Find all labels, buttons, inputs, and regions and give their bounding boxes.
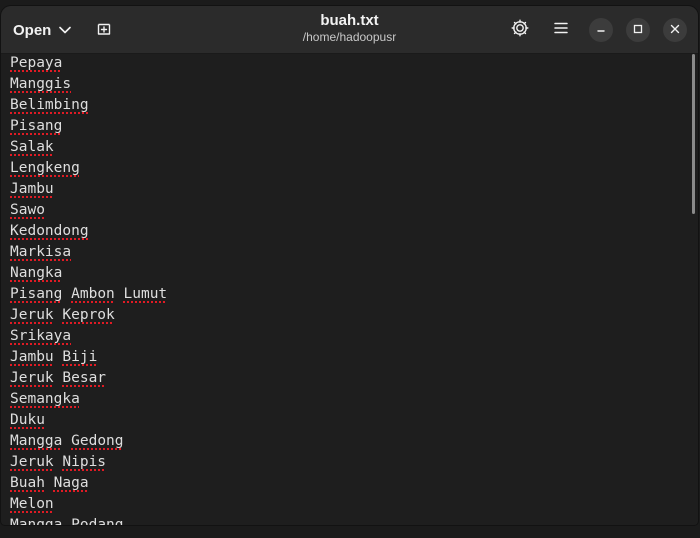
text-line[interactable]: Lengkeng xyxy=(10,158,167,179)
line-text: Salak xyxy=(10,139,54,155)
close-button[interactable] xyxy=(663,18,687,42)
window-title: buah.txt xyxy=(320,12,379,29)
text-line[interactable]: Nangka xyxy=(10,263,167,284)
text-line[interactable]: Mangga Gedong xyxy=(10,431,167,452)
header-bar: Open buah.txt /home/hadoopusr xyxy=(1,6,698,54)
maximize-button[interactable] xyxy=(626,18,650,42)
text-line[interactable]: Sawo xyxy=(10,200,167,221)
line-text: Srikaya xyxy=(10,328,72,344)
settings-button[interactable] xyxy=(505,15,535,45)
text-line[interactable]: Semangka xyxy=(10,389,167,410)
text-line[interactable]: Jeruk Keprok xyxy=(10,305,167,326)
line-text: Buah Naga xyxy=(10,475,89,491)
minimize-button[interactable] xyxy=(589,18,613,42)
line-text: Melon xyxy=(10,496,54,512)
text-line[interactable]: Srikaya xyxy=(10,326,167,347)
line-text: Duku xyxy=(10,412,45,428)
editor-window: Open buah.txt /home/hadoopusr Pepaya Man… xyxy=(1,6,698,525)
open-button-label: Open xyxy=(13,21,52,39)
line-text: Mangga Gedong xyxy=(10,433,124,449)
text-line[interactable]: Manggis xyxy=(10,74,167,95)
line-text: Jeruk Nipis xyxy=(10,454,107,470)
settings-icon xyxy=(511,19,529,42)
text-line[interactable]: Jambu xyxy=(10,179,167,200)
text-line[interactable]: Jambu Biji xyxy=(10,347,167,368)
line-text: Lengkeng xyxy=(10,160,80,176)
text-line[interactable]: Jeruk Nipis xyxy=(10,452,167,473)
text-line[interactable]: Mangga Podang xyxy=(10,515,167,525)
text-line[interactable]: Markisa xyxy=(10,242,167,263)
text-line[interactable]: Duku xyxy=(10,410,167,431)
line-text: Belimbing xyxy=(10,97,89,113)
text-line[interactable]: Buah Naga xyxy=(10,473,167,494)
line-text: Pisang Ambon Lumut xyxy=(10,286,168,302)
minimize-icon xyxy=(596,21,606,39)
new-tab-button[interactable] xyxy=(89,15,119,45)
menu-button[interactable] xyxy=(546,15,576,45)
text-lines: Pepaya Manggis Belimbing Pisang Salak Lengken… xyxy=(10,54,167,525)
maximize-icon xyxy=(633,21,643,39)
file-path: /home/hadoopusr xyxy=(302,30,397,44)
line-text: Jeruk Besar xyxy=(10,370,107,386)
text-line[interactable]: Melon xyxy=(10,494,167,515)
text-line[interactable]: Pepaya xyxy=(10,54,167,74)
text-line[interactable]: Pisang Ambon Lumut xyxy=(10,284,167,305)
new-tab-icon xyxy=(96,20,112,41)
line-text: Jeruk Keprok xyxy=(10,307,115,323)
title-block: buah.txt /home/hadoopusr xyxy=(201,12,498,45)
menu-icon xyxy=(554,21,568,39)
line-text: Jambu xyxy=(10,181,54,197)
line-text: Mangga Podang xyxy=(10,517,124,525)
line-text: Manggis xyxy=(10,76,72,92)
line-text: Markisa xyxy=(10,244,72,260)
vertical-scrollbar[interactable] xyxy=(692,54,695,214)
line-text: Jambu Biji xyxy=(10,349,98,365)
line-text: Nangka xyxy=(10,265,63,281)
text-line[interactable]: Kedondong xyxy=(10,221,167,242)
open-button[interactable]: Open xyxy=(5,15,75,45)
text-line[interactable]: Jeruk Besar xyxy=(10,368,167,389)
text-line[interactable]: Pisang xyxy=(10,116,167,137)
text-line[interactable]: Belimbing xyxy=(10,95,167,116)
line-text: Kedondong xyxy=(10,223,89,239)
text-editor-area[interactable]: Pepaya Manggis Belimbing Pisang Salak Lengken… xyxy=(1,54,698,525)
chevron-down-icon xyxy=(59,26,72,34)
line-text: Semangka xyxy=(10,391,80,407)
line-text: Pisang xyxy=(10,118,63,134)
line-text: Sawo xyxy=(10,202,45,218)
text-line[interactable]: Salak xyxy=(10,137,167,158)
close-icon xyxy=(670,21,680,39)
line-text: Pepaya xyxy=(10,55,63,71)
